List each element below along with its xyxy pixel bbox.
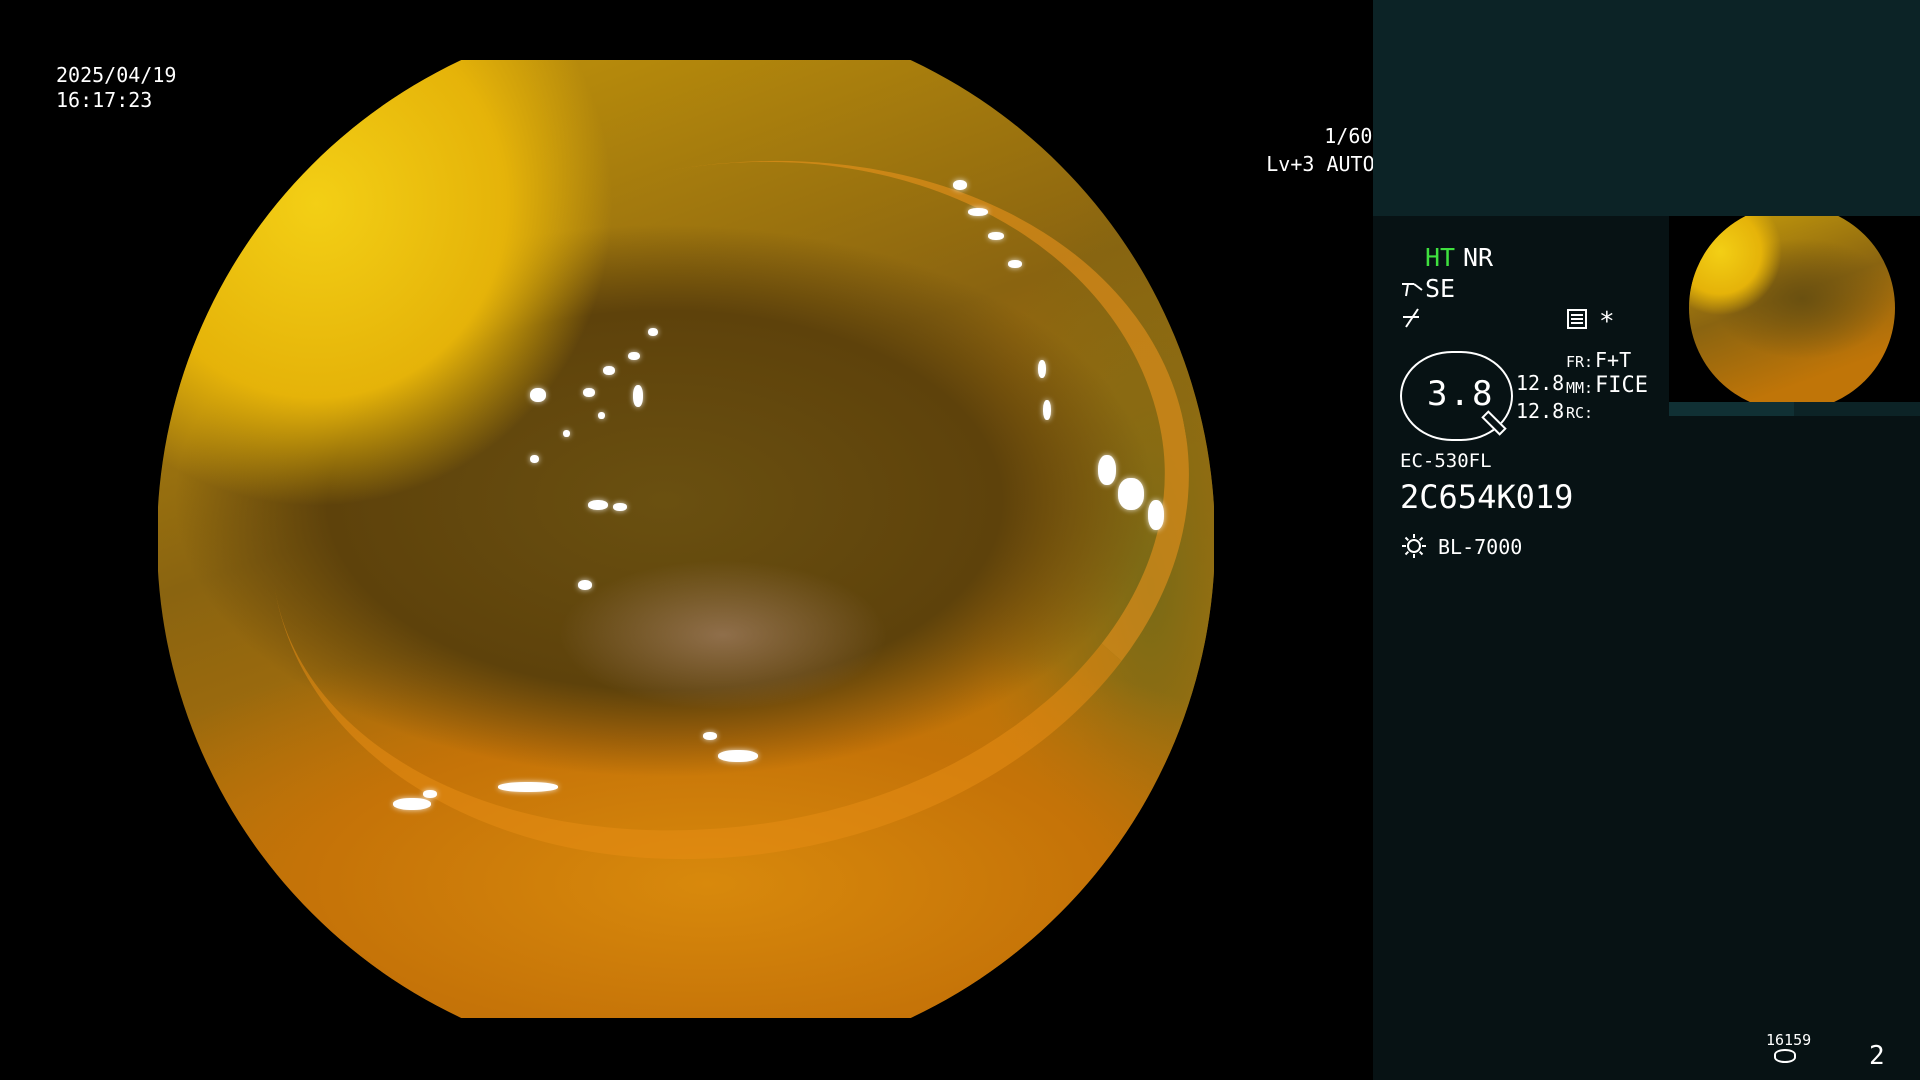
specular-highlight	[718, 750, 758, 762]
mucosa-patch	[558, 560, 888, 710]
page-number: 2	[1869, 1041, 1885, 1071]
specular-highlight	[628, 352, 640, 360]
specular-highlight	[530, 388, 546, 402]
specular-highlight	[578, 580, 592, 590]
specular-highlight	[1038, 360, 1046, 378]
specular-highlight	[703, 732, 717, 740]
capture-thumbnail[interactable]	[1669, 216, 1920, 402]
osd-exposure-row: Lv+3 AUTO	[1194, 127, 1395, 202]
rc-label: RC:	[1566, 404, 1594, 422]
mm-value: FICE	[1595, 373, 1648, 398]
osd-time: 16:17:23	[56, 88, 153, 112]
endoscope-view: 2025/04/19 16:17:23 1/60 Lv+3 AUTO	[0, 0, 1395, 1080]
thumbnail-image	[1689, 216, 1895, 402]
specular-highlight	[530, 455, 539, 463]
scope-serial: 2C654K019	[1400, 478, 1574, 516]
magnification-value: 3.8	[1427, 374, 1495, 414]
mag-value-1: 12.8	[1516, 371, 1565, 395]
osd-exposure: Lv+3 AUTO	[1266, 152, 1375, 176]
specular-highlight	[498, 782, 558, 792]
specular-highlight	[1008, 260, 1022, 268]
storage-icon	[1774, 1049, 1796, 1063]
scope-model: EC-530FL	[1400, 450, 1492, 472]
panel-header	[1373, 0, 1920, 216]
specular-highlight	[588, 500, 608, 510]
colon-fold	[215, 90, 1214, 930]
nr-indicator: NR	[1463, 243, 1494, 272]
color-enhance-icon	[1403, 308, 1419, 328]
fr-value: F+T	[1595, 348, 1632, 372]
image-counter: 16159	[1766, 1031, 1812, 1049]
specular-highlight	[1148, 500, 1164, 530]
thumbnail-status-highlight	[1669, 402, 1794, 416]
specular-highlight	[1043, 400, 1051, 420]
specular-highlight	[393, 798, 431, 810]
info-panel: HT NR SE * 3.8 12.8 12.8 FR: F+T MM: FIC…	[1373, 0, 1920, 1080]
fr-label: FR:	[1566, 353, 1594, 371]
specular-highlight	[583, 388, 595, 397]
ht-indicator: HT	[1425, 243, 1456, 272]
se-indicator: SE	[1425, 274, 1456, 303]
mag-value-2: 12.8	[1516, 399, 1565, 423]
specular-highlight	[598, 412, 605, 419]
settings-list-icon	[1567, 309, 1587, 329]
specular-highlight	[1098, 455, 1116, 485]
specular-highlight	[953, 180, 967, 190]
specular-highlight	[633, 385, 643, 407]
specular-highlight	[423, 790, 437, 798]
osd-date: 2025/04/19	[56, 63, 177, 87]
light-source: BL-7000	[1438, 535, 1523, 559]
specular-highlight	[1118, 478, 1144, 510]
mm-label: MM:	[1566, 379, 1594, 397]
specular-highlight	[603, 366, 615, 375]
specular-highlight	[968, 208, 988, 216]
endoscope-image	[158, 60, 1214, 1018]
specular-highlight	[563, 430, 570, 437]
specular-highlight	[648, 328, 658, 336]
specular-highlight	[988, 232, 1004, 240]
specular-highlight	[613, 503, 627, 511]
light-source-icon	[1402, 534, 1426, 558]
structure-enhance-icon	[1402, 283, 1423, 297]
endoscopy-monitor: 2025/04/19 16:17:23 1/60 Lv+3 AUTO HT NR…	[0, 0, 1920, 1080]
asterisk-indicator: *	[1599, 307, 1615, 337]
